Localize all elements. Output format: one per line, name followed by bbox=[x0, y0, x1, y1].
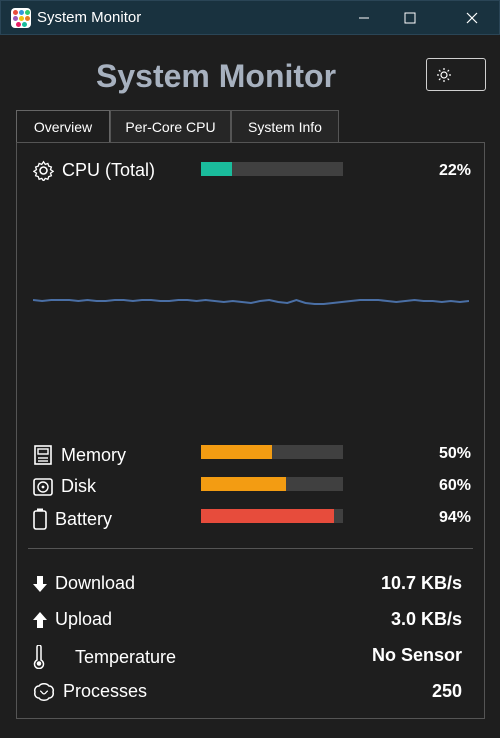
processes-icon bbox=[33, 682, 55, 702]
memory-percent: 50% bbox=[438, 445, 471, 462]
memory-progress-bar bbox=[201, 445, 343, 459]
cpu-progress-bar bbox=[201, 162, 343, 176]
processes-row: Processes bbox=[33, 681, 147, 702]
tab-overview[interactable]: Overview bbox=[16, 110, 110, 143]
memory-row: Memory bbox=[33, 444, 126, 466]
disk-percent: 60% bbox=[438, 477, 471, 494]
disk-label: Disk bbox=[61, 476, 96, 496]
cpu-row: CPU (Total) bbox=[33, 160, 155, 181]
cpu-history-line bbox=[33, 298, 469, 305]
upload-row: Upload bbox=[33, 609, 112, 630]
battery-progress-bar bbox=[201, 509, 343, 523]
download-arrow-icon bbox=[33, 575, 47, 592]
battery-percent: 94% bbox=[438, 509, 471, 526]
download-label: Download bbox=[55, 573, 136, 593]
temperature-label: Temperature bbox=[75, 646, 177, 667]
window-titlebar: System Monitor bbox=[0, 0, 500, 35]
upload-arrow-icon bbox=[33, 611, 47, 628]
maximize-button[interactable] bbox=[387, 1, 433, 35]
cpu-label: CPU (Total) bbox=[62, 160, 156, 180]
temperature-value: No Sensor bbox=[371, 645, 462, 665]
battery-row: Battery bbox=[33, 508, 112, 530]
processes-label: Processes bbox=[63, 681, 148, 701]
cpu-history-graph bbox=[33, 298, 469, 305]
sun-icon bbox=[437, 67, 451, 82]
disk-progress-bar bbox=[201, 477, 343, 491]
gear-icon bbox=[33, 160, 54, 181]
disk-row: Disk bbox=[33, 476, 96, 497]
processes-value: 250 bbox=[431, 681, 462, 701]
window-title: System Monitor bbox=[37, 9, 142, 26]
close-button[interactable] bbox=[449, 1, 495, 35]
app-icon bbox=[11, 8, 31, 28]
memory-label: Memory bbox=[61, 444, 127, 465]
minimize-button[interactable] bbox=[341, 1, 387, 35]
section-divider bbox=[28, 548, 473, 549]
disk-icon bbox=[33, 477, 53, 497]
minimize-icon bbox=[359, 17, 369, 19]
upload-value: 3.0 KB/s bbox=[390, 609, 462, 629]
close-icon bbox=[466, 12, 478, 24]
download-value: 10.7 KB/s bbox=[380, 573, 462, 593]
battery-icon bbox=[33, 508, 47, 530]
overview-panel bbox=[16, 142, 485, 719]
theme-toggle-button[interactable] bbox=[426, 58, 486, 91]
memory-icon bbox=[33, 444, 53, 466]
battery-label: Battery bbox=[55, 508, 113, 529]
upload-label: Upload bbox=[55, 609, 113, 629]
temperature-row: Temperature bbox=[33, 645, 176, 669]
download-row: Download bbox=[33, 573, 135, 594]
cpu-percent: 22% bbox=[438, 162, 471, 179]
tab-per-core-cpu[interactable]: Per-Core CPU bbox=[110, 110, 231, 142]
tab-system-info[interactable]: System Info bbox=[231, 110, 339, 142]
thermometer-icon bbox=[33, 645, 45, 669]
maximize-icon bbox=[404, 12, 416, 24]
page-title: System Monitor bbox=[96, 58, 337, 94]
